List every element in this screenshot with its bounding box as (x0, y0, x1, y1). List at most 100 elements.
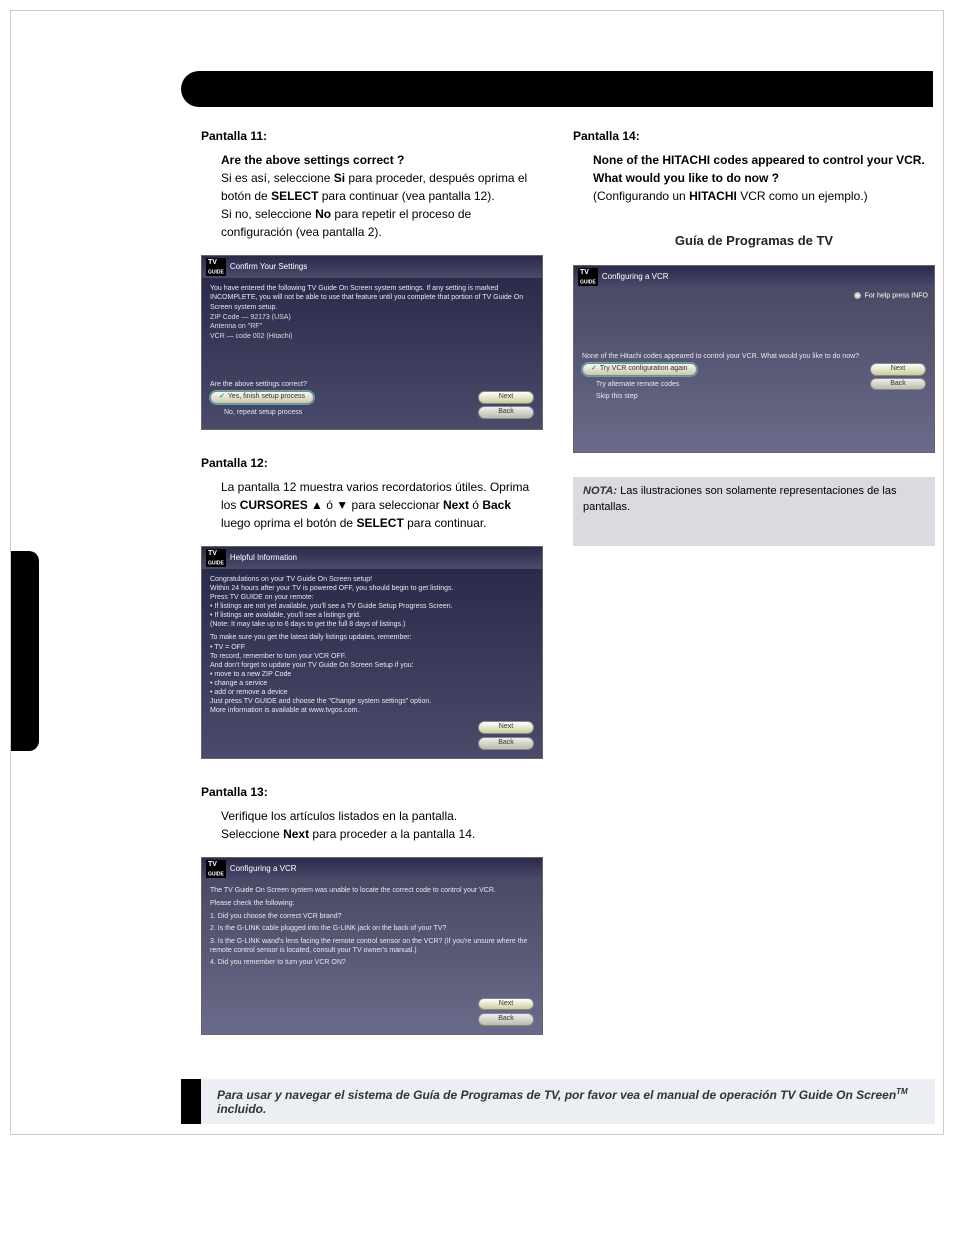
screenshot-config-vcr-1: TVGUIDE Configuring a VCR The TV Guide O… (201, 857, 543, 1035)
info-bullet: • If listings are available, you'll see … (210, 611, 534, 620)
header-text: Configuring a VCR (230, 864, 297, 874)
pantalla12-title: Pantalla 12: (201, 454, 543, 472)
text-next: Next (443, 498, 469, 512)
back-button[interactable]: Back (478, 406, 534, 419)
content: Pantalla 11: Are the above settings corr… (11, 11, 943, 1079)
info-text: Please check the following: (210, 899, 534, 908)
text: Seleccione (221, 827, 280, 841)
footer-text: Para usar y navegar el sistema de Guía d… (217, 1088, 896, 1102)
check-icon: ✓ (219, 393, 225, 402)
info-dot-icon (854, 292, 861, 299)
screenshot-header: TVGUIDE Confirm Your Settings (202, 256, 542, 278)
info-text: And don't forget to update your TV Guide… (210, 661, 534, 670)
pantalla11-title: Pantalla 11: (201, 127, 543, 145)
option-row: ✓ Try VCR configuration again Next (582, 363, 926, 376)
check-icon: ✓ (591, 365, 597, 374)
button-stack: Next Back (478, 998, 534, 1027)
pantalla14-question: None of the HITACHI codes appeared to co… (593, 151, 935, 187)
next-button[interactable]: Next (870, 363, 926, 376)
text-select: SELECT (356, 516, 403, 530)
option-no[interactable]: No, repeat setup process (210, 408, 302, 417)
screenshot-header: TVGUIDE Configuring a VCR (574, 266, 934, 288)
info-text: More information is available at www.tvg… (210, 706, 534, 715)
note-body: Las ilustraciones son solamente represen… (583, 485, 896, 514)
pantalla14-title: Pantalla 14: (573, 127, 935, 145)
text: La pantalla 12 muestra varios recordator… (221, 480, 486, 494)
check-item: 2. Is the G-LINK cable plugged into the … (210, 924, 534, 933)
intro-text: You have entered the following TV Guide … (210, 284, 534, 311)
pantalla11-line2: Si no, seleccione No para repetir el pro… (221, 205, 543, 241)
next-button[interactable]: Next (478, 721, 534, 734)
header-text: Configuring a VCR (602, 272, 669, 282)
button-stack: Next Back (210, 721, 534, 750)
option-alternate[interactable]: Try alternate remote codes (582, 380, 679, 389)
next-button[interactable]: Next (478, 998, 534, 1011)
text-hitachi: HITACHI (689, 189, 737, 203)
pantalla13-line1: Verifique los artículos listados en la p… (221, 807, 543, 825)
info-text: The TV Guide On Screen system was unable… (210, 886, 534, 895)
screenshot-config-vcr-2: TVGUIDE Configuring a VCR For help press… (573, 265, 935, 453)
info-bullet: • change a service (210, 679, 534, 688)
text-next: Next (283, 827, 309, 841)
text-no: No (315, 207, 331, 221)
option-row: ✓ Yes, finish setup process Next (210, 391, 534, 404)
text: ó (326, 498, 333, 512)
pantalla11-line1: Si es así, seleccione Si para proceder, … (221, 169, 543, 205)
note-title: NOTA: (583, 485, 617, 497)
settings-list: ZIP Code — 92173 (USA) Antenna on "RF" V… (210, 314, 534, 342)
option-try-again[interactable]: ✓ Try VCR configuration again (582, 363, 697, 376)
screenshot-body: For help press INFO None of the Hitachi … (574, 288, 934, 452)
screenshot-helpful-info: TVGUIDE Helpful Information Congratulati… (201, 546, 543, 759)
text: VCR como un ejemplo.) (740, 189, 867, 203)
footer-note: Para usar y navegar el sistema de Guía d… (181, 1079, 935, 1124)
setting-row: ZIP Code — 92173 (USA) (210, 314, 534, 323)
help-hint: For help press INFO (854, 292, 928, 301)
option-label: Yes, finish setup process (228, 393, 305, 402)
text-si: Si (334, 171, 345, 185)
setting-row: VCR — code 002 (Hitachi) (210, 333, 534, 342)
info-text: Press TV GUIDE on your remote: (210, 593, 534, 602)
check-item: 4. Did you remember to turn your VCR ON? (210, 958, 534, 967)
text: botón de (221, 189, 268, 203)
text: (Configurando un (593, 189, 686, 203)
side-black-tab (11, 551, 39, 751)
question-text: Are the above settings correct? (210, 380, 534, 389)
option-row: Try alternate remote codes Back (582, 378, 926, 391)
info-bullet: • add or remove a device (210, 688, 534, 697)
screenshot-header: TVGUIDE Configuring a VCR (202, 858, 542, 880)
back-button[interactable]: Back (478, 1013, 534, 1026)
info-bullet: • TV = OFF (210, 643, 534, 652)
info-text: None of the Hitachi codes appeared to co… (582, 352, 926, 361)
guia-section-title: Guía de Programas de TV (573, 231, 935, 251)
help-text: For help press INFO (865, 292, 928, 299)
option-yes[interactable]: ✓ Yes, finish setup process (210, 391, 314, 404)
text: para proceder, después oprima el (348, 171, 527, 185)
screenshot-body: Congratulations on your TV Guide On Scre… (202, 569, 542, 758)
info-text: To record, remember to turn your VCR OFF… (210, 652, 534, 661)
info-text: To make sure you get the latest daily li… (210, 633, 534, 642)
right-column: Pantalla 14: None of the HITACHI codes a… (573, 121, 935, 1059)
back-button[interactable]: Back (478, 737, 534, 750)
info-bullet: • move to a new ZIP Code (210, 670, 534, 679)
header-text: Helpful Information (230, 553, 297, 563)
text: Si es así, seleccione (221, 171, 330, 185)
tvguide-logo-icon: TVGUIDE (206, 549, 226, 567)
trademark-icon: TM (896, 1087, 908, 1096)
info-text: Just press TV GUIDE and choose the "Chan… (210, 697, 534, 706)
pantalla12-line: La pantalla 12 muestra varios recordator… (221, 478, 543, 532)
text: luego oprima el botón de (221, 516, 353, 530)
next-button[interactable]: Next (478, 391, 534, 404)
option-label: Try VCR configuration again (600, 365, 688, 374)
text: para seleccionar (352, 498, 440, 512)
header-text: Confirm Your Settings (230, 262, 307, 272)
down-arrow-icon: ▼ (336, 498, 348, 512)
footer-text: incluido. (217, 1102, 266, 1116)
back-button[interactable]: Back (870, 378, 926, 391)
text: para continuar (vea pantalla 12). (322, 189, 495, 203)
text: ó (472, 498, 479, 512)
setting-row: Antenna on "RF" (210, 323, 534, 332)
pantalla13-line2: Seleccione Next para proceder a la panta… (221, 825, 543, 843)
option-skip[interactable]: Skip this step (582, 392, 926, 401)
text-cursores: CURSORES ▲ (240, 498, 323, 512)
info-text: Congratulations on your TV Guide On Scre… (210, 575, 534, 584)
